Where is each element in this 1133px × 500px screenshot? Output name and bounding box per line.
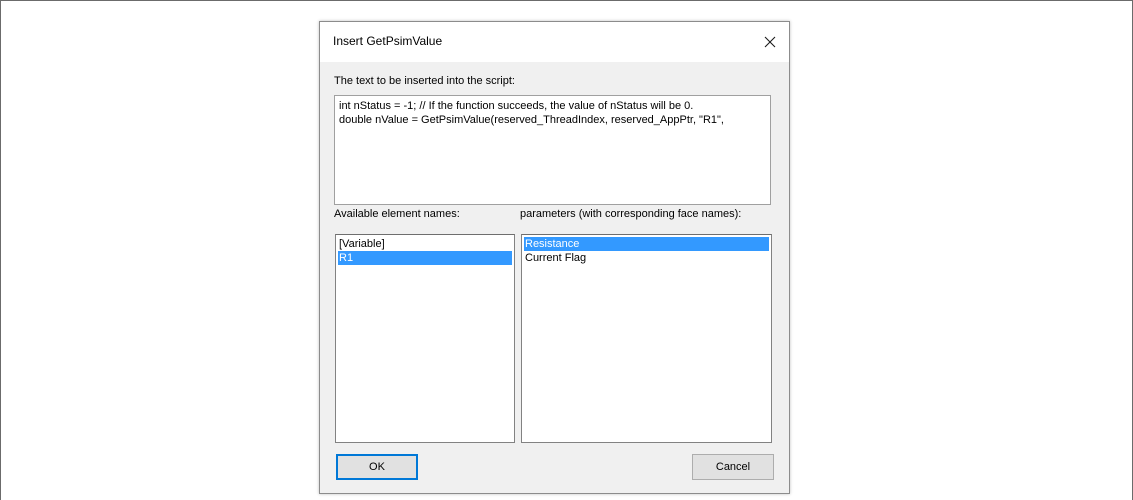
dialog-titlebar: Insert GetPsimValue bbox=[320, 22, 789, 62]
list-item-variable[interactable]: [Variable] bbox=[338, 237, 512, 251]
parameters-list[interactable]: Resistance Current Flag bbox=[521, 234, 772, 443]
list-item-resistance[interactable]: Resistance bbox=[524, 237, 769, 251]
script-text-box[interactable]: int nStatus = -1; // If the function suc… bbox=[334, 95, 771, 205]
dialog-title: Insert GetPsimValue bbox=[333, 34, 443, 48]
script-text-label: The text to be inserted into the script: bbox=[334, 75, 515, 87]
screen-frame: Insert GetPsimValue The text to be inser… bbox=[0, 0, 1133, 500]
script-line-2: double nValue = GetPsimValue(reserved_Th… bbox=[339, 114, 724, 126]
element-names-list[interactable]: [Variable] R1 bbox=[335, 234, 515, 443]
cancel-button[interactable]: Cancel bbox=[692, 454, 774, 480]
list-item-r1[interactable]: R1 bbox=[338, 251, 512, 265]
elements-label: Available element names: bbox=[334, 208, 460, 220]
ok-button[interactable]: OK bbox=[336, 454, 418, 480]
parameters-label: parameters (with corresponding face name… bbox=[520, 208, 742, 220]
script-line-1: int nStatus = -1; // If the function suc… bbox=[339, 100, 694, 112]
close-button[interactable] bbox=[757, 30, 783, 54]
close-icon bbox=[764, 36, 776, 48]
list-item-current-flag[interactable]: Current Flag bbox=[524, 251, 769, 265]
insert-getpsimvalue-dialog: Insert GetPsimValue The text to be inser… bbox=[319, 21, 790, 494]
